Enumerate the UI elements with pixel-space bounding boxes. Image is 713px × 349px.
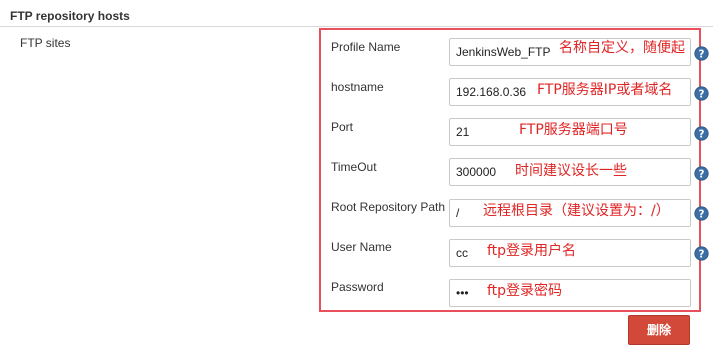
help-icon[interactable]: ? — [694, 206, 709, 221]
hostname-annotation: FTP服务器IP或者域名 — [537, 82, 673, 98]
help-icon[interactable]: ? — [694, 46, 709, 61]
svg-text:?: ? — [699, 88, 705, 100]
root-repository-path-label: Root Repository Path — [331, 200, 446, 214]
help-icon[interactable]: ? — [694, 86, 709, 101]
password-input[interactable]: ••• — [449, 279, 691, 307]
user-name-label: User Name — [331, 240, 392, 254]
section-title: FTP repository hosts — [10, 9, 130, 23]
svg-text:?: ? — [699, 48, 705, 60]
profile-name-annotation: 名称自定义，随便起 — [559, 40, 685, 56]
help-icon[interactable]: ? — [694, 246, 709, 261]
port-annotation: FTP服务器端口号 — [519, 122, 628, 138]
timeout-annotation: 时间建议设长一些 — [515, 163, 627, 179]
help-icon[interactable]: ? — [694, 166, 709, 181]
delete-button[interactable]: 删除 — [628, 315, 690, 345]
svg-text:?: ? — [699, 168, 705, 180]
svg-text:?: ? — [699, 208, 705, 220]
ftp-sites-label: FTP sites — [20, 36, 71, 50]
user-name-annotation: ftp登录用户名 — [487, 243, 577, 259]
svg-text:?: ? — [699, 248, 705, 260]
timeout-label: TimeOut — [331, 160, 377, 174]
svg-text:?: ? — [699, 128, 705, 140]
port-label: Port — [331, 120, 354, 134]
password-label: Password — [331, 280, 384, 294]
hostname-label: hostname — [331, 80, 384, 94]
root-repository-path-annotation: 远程根目录（建议设置为：/） — [483, 203, 670, 219]
help-icon[interactable]: ? — [694, 126, 709, 141]
profile-name-label: Profile Name — [331, 40, 401, 54]
section-divider — [0, 26, 713, 27]
password-annotation: ftp登录密码 — [487, 283, 563, 299]
